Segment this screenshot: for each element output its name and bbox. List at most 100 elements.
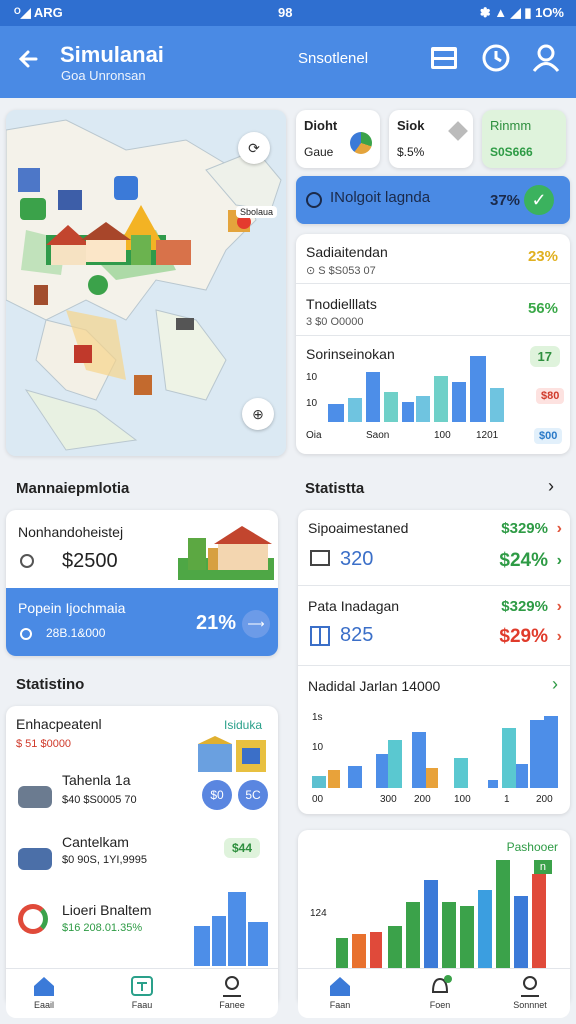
chevron-right-icon[interactable]: › — [557, 520, 562, 538]
item-sub: $16 208.01.35% — [62, 922, 143, 934]
stat-row[interactable]: Sipoaimestaned 320 $329% $24% › › — [298, 510, 570, 586]
row-name: Pata Inadagan — [308, 598, 400, 614]
mini-card-1[interactable]: Dioht Gaue — [296, 110, 380, 168]
nav-home[interactable]: Faan — [310, 975, 370, 1010]
user-icon — [223, 976, 241, 997]
bar-chart — [312, 716, 558, 788]
item-sub: $40 $S0005 70 — [62, 794, 137, 806]
map-refresh-button[interactable]: ⟳ — [238, 132, 270, 164]
chevron-right-icon[interactable]: › — [557, 628, 562, 646]
mini-card-value: S0S666 — [490, 145, 533, 159]
stat-sub: ⊙ S $S053 07 — [306, 265, 376, 277]
x-label: 200 — [414, 794, 431, 805]
property-title: Nonhandoheistej — [18, 524, 124, 540]
stat-row[interactable]: Sadiaitendan ⊙ S $S053 07 23% — [296, 234, 570, 284]
back-arrow-icon[interactable] — [14, 44, 44, 74]
nav-home[interactable]: Eaail — [14, 975, 74, 1010]
list-sub: $ 51 $0000 — [16, 738, 72, 750]
x-label: 100 — [454, 794, 471, 805]
mini-card-3[interactable]: Rinmm S0S666 — [482, 110, 566, 168]
chart-icon — [350, 132, 372, 154]
mini-card-2[interactable]: Siok $.5% — [389, 110, 473, 168]
item-name: Lioeri Bnaltem — [62, 902, 152, 918]
nav-notifications[interactable]: Foen — [410, 975, 470, 1010]
highlight-percent: 21% — [196, 612, 237, 634]
progress-banner[interactable]: INolgoit lagnda 37% ✓ — [296, 176, 570, 224]
stat-name: Tnodielllats — [306, 296, 377, 312]
property-card-highlight[interactable]: Popein Ijochmaia 28B.1&000 21% ⟶ — [6, 588, 278, 656]
skyline-icon — [194, 892, 268, 966]
x-label: Oia — [306, 430, 322, 441]
person-icon — [521, 976, 539, 997]
map-card[interactable]: ⟳ ⊕ Sbolaua — [6, 110, 286, 456]
sync-icon[interactable] — [480, 42, 512, 74]
app-title: Simulanai — [60, 42, 164, 67]
car-icon — [18, 786, 52, 808]
item-badge: $44 — [224, 838, 261, 858]
list-item[interactable]: Tahenla 1a $40 $S0005 70 $0 5C — [6, 766, 278, 828]
mini-card-title: Dioht — [304, 118, 338, 133]
item-name: Cantelkam — [62, 834, 129, 850]
grid-icon — [310, 626, 330, 646]
chart-badge-blue: $00 — [534, 428, 563, 444]
list-item[interactable]: Cantelkam $0 90S, 1YI,9995 $44 — [6, 830, 278, 892]
status-right: ✽ ▲ ◢ ▮ 1O% — [479, 5, 564, 20]
property-value: $2500 — [62, 550, 118, 572]
nav-label: Faan — [329, 1000, 351, 1010]
row-p2: $29% — [499, 626, 548, 647]
property-card-top[interactable]: Nonhandoheistej $2500 — [6, 510, 278, 588]
row-p1: $329% — [501, 520, 548, 537]
row-name: Sipoaimestaned — [308, 520, 409, 536]
stat-percent: 56% — [527, 300, 558, 317]
car-icon — [18, 848, 52, 870]
x-label: 100 — [434, 430, 451, 441]
info-icon — [306, 192, 322, 208]
chart-y-label: 10 — [306, 372, 318, 383]
map-locate-button[interactable]: ⊕ — [242, 398, 274, 430]
bottom-nav-left: Eaail Faau Fanee — [6, 968, 278, 1018]
item-circle-badge[interactable]: 5C — [238, 780, 268, 810]
mini-card-value: $.5% — [397, 145, 425, 159]
stat-row[interactable]: Pata Inadagan 825 $329% $29% › › — [298, 586, 570, 666]
property-card[interactable]: Nonhandoheistej $2500 Popein Ijochmaia 2… — [6, 510, 278, 656]
nav-label: Foen — [429, 1000, 451, 1010]
stat-row[interactable]: Tnodielllats 3 $0 O0000 56% — [296, 286, 570, 336]
stats-section-header: Statistino — [16, 676, 85, 693]
house-illustration-icon — [178, 526, 274, 580]
check-icon[interactable]: ✓ — [524, 185, 554, 215]
map-pin-label[interactable]: Sbolaua — [236, 206, 278, 218]
status-time: 98 — [278, 5, 293, 20]
right-section-header: Statistta — [305, 480, 365, 497]
x-label: 200 — [536, 794, 553, 805]
chevron-right-icon[interactable]: › — [557, 598, 562, 616]
chart-title: Pashooer — [506, 840, 558, 854]
x-label: 300 — [380, 794, 397, 805]
nav-settings[interactable]: Sonnnet — [500, 975, 560, 1010]
profile-icon[interactable] — [530, 42, 562, 74]
nav-finance[interactable]: Faau — [112, 975, 172, 1010]
x-label: 00 — [312, 794, 324, 805]
chart-badge-red: $80 — [536, 388, 565, 404]
appbar-center-label[interactable]: Snsotlenel — [298, 50, 368, 67]
chevron-right-icon[interactable]: › — [552, 674, 558, 695]
nav-profile[interactable]: Fanee — [202, 975, 262, 1010]
bell-icon — [431, 975, 452, 993]
chevron-right-icon[interactable]: › — [557, 552, 562, 570]
chart-title: Nadidal Jarlan 14000 — [308, 678, 441, 694]
arrow-icon[interactable]: ⟶ — [242, 610, 270, 638]
city-bar-chart — [328, 356, 504, 422]
home-icon — [330, 977, 350, 996]
mini-card-title: Rinmm — [490, 118, 532, 133]
list-title: Enhacpeatenl — [16, 716, 102, 732]
highlight-sub: 28B.1&000 — [46, 626, 106, 640]
x-label: 1 — [504, 794, 510, 805]
stats-list-card: Enhacpeatenl Isiduka $ 51 $0000 Tahenla … — [6, 706, 278, 1006]
x-label: 1201 — [476, 430, 499, 441]
nav-label: Sonnnet — [513, 1000, 547, 1010]
donut-icon — [18, 904, 48, 934]
item-circle-badge[interactable]: $0 — [202, 780, 232, 810]
chevron-right-icon[interactable]: › — [548, 476, 554, 497]
status-bar: ᴼ◢ ARG 98 ✽ ▲ ◢ ▮ 1O% — [0, 0, 576, 26]
app-subtitle: Goa Unronsan — [61, 68, 146, 83]
window-icon[interactable] — [428, 42, 460, 74]
